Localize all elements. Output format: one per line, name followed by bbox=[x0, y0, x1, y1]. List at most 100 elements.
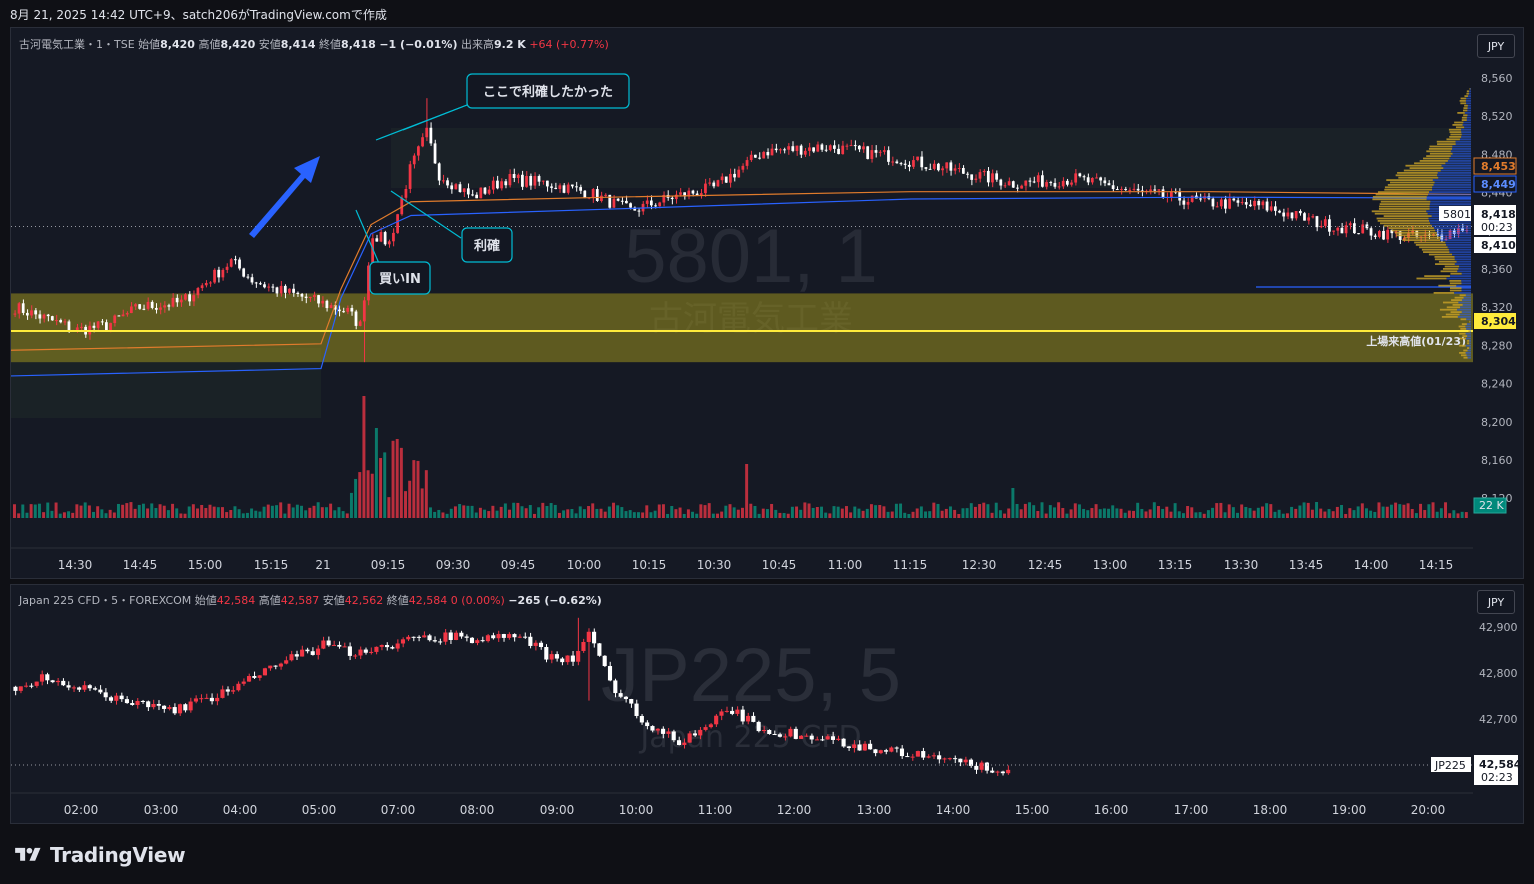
profile-bar bbox=[1449, 157, 1471, 160]
profile-bar bbox=[1423, 251, 1450, 253]
tradingview-logo[interactable]: TradingView bbox=[12, 842, 186, 868]
profile-bar bbox=[1426, 196, 1471, 198]
volume-bar bbox=[603, 511, 607, 518]
profile-bar bbox=[1468, 92, 1471, 95]
candle-body bbox=[325, 300, 329, 309]
volume-bar bbox=[304, 510, 308, 518]
volume-bar bbox=[799, 509, 803, 518]
candle-body bbox=[438, 641, 443, 643]
volume-bar bbox=[1323, 511, 1327, 518]
candle-body bbox=[246, 276, 250, 278]
volume-bar bbox=[911, 511, 915, 518]
candle-body bbox=[284, 660, 289, 664]
volume-bar bbox=[1373, 511, 1377, 518]
candle-body bbox=[267, 286, 271, 288]
profile-bar bbox=[1460, 102, 1467, 105]
candle-body bbox=[308, 296, 312, 298]
volume-bar bbox=[1273, 511, 1277, 518]
price-axis-tick: 8,320 bbox=[1481, 301, 1513, 314]
candle-body bbox=[554, 654, 559, 659]
sub-chart-panel[interactable]: JP225, 5 Japan 225 CFD 42,900 42,800 42,700 4… bbox=[10, 584, 1524, 824]
main-chart-panel[interactable]: 5801, 1古河電気工業上場来高値(01/23)8,5608,5208,480… bbox=[10, 27, 1524, 579]
candle-body bbox=[566, 184, 570, 193]
candle-body bbox=[167, 305, 171, 307]
volume-bar bbox=[533, 513, 536, 518]
volume-bar bbox=[33, 504, 37, 518]
time-axis-tick: 15:00 bbox=[188, 558, 223, 572]
volume-bar bbox=[886, 511, 890, 518]
candle-body bbox=[735, 709, 740, 714]
profile-bar bbox=[1461, 131, 1471, 133]
volume-bar bbox=[1202, 513, 1206, 518]
candle-body bbox=[479, 187, 483, 199]
volume-bar bbox=[628, 510, 632, 518]
candle-body bbox=[305, 649, 310, 652]
profile-bar bbox=[1398, 176, 1439, 179]
candle-body bbox=[674, 194, 678, 200]
candle-body bbox=[1253, 200, 1256, 207]
volume-bar bbox=[329, 503, 333, 518]
volume-bar bbox=[682, 513, 686, 518]
candle-body bbox=[1361, 224, 1365, 234]
candle-body bbox=[658, 202, 662, 207]
currency-button[interactable]: JPY bbox=[1477, 34, 1515, 58]
candle-body bbox=[953, 168, 957, 171]
candle-body bbox=[899, 163, 903, 165]
currency-button[interactable]: JPY bbox=[1477, 590, 1515, 614]
volume-bar bbox=[1040, 502, 1044, 518]
candle-body bbox=[209, 697, 214, 702]
candle-body bbox=[820, 144, 824, 150]
candle-body bbox=[639, 715, 644, 723]
volume-bar bbox=[940, 510, 944, 518]
profile-bar bbox=[1424, 275, 1450, 277]
candle-body bbox=[737, 169, 741, 178]
candle-body bbox=[957, 167, 961, 169]
volume-bar bbox=[587, 506, 591, 518]
candle-body bbox=[576, 650, 581, 662]
candle-body bbox=[1065, 180, 1069, 185]
candle-body bbox=[275, 287, 279, 294]
profile-bar bbox=[1467, 109, 1471, 112]
volume-bar bbox=[861, 510, 865, 518]
volume-bar bbox=[92, 511, 95, 518]
candle-body bbox=[937, 163, 940, 171]
candle-body bbox=[500, 181, 503, 189]
volume-bar bbox=[1165, 506, 1169, 518]
candle-body bbox=[692, 733, 697, 736]
candle-body bbox=[868, 743, 873, 750]
volume-bar bbox=[441, 512, 445, 518]
volume-bar bbox=[491, 505, 495, 518]
volume-bar bbox=[1082, 508, 1086, 518]
profile-bar bbox=[1452, 304, 1463, 306]
legend-open: 8,420 bbox=[160, 38, 195, 51]
candle-body bbox=[670, 197, 674, 200]
volume-bar bbox=[162, 505, 166, 518]
profile-bar bbox=[1449, 289, 1462, 292]
volume-bar bbox=[1065, 513, 1069, 518]
volume-bar bbox=[83, 502, 87, 518]
volume-bar bbox=[462, 505, 466, 518]
candle-body bbox=[538, 642, 544, 647]
profile-bar bbox=[1466, 92, 1469, 95]
candle-body bbox=[167, 707, 172, 709]
candle-body bbox=[448, 632, 453, 640]
profile-bar bbox=[1462, 124, 1471, 126]
volume-bar bbox=[1252, 510, 1256, 518]
volume-bar bbox=[591, 503, 595, 518]
profile-bar bbox=[1450, 155, 1471, 157]
candle-body bbox=[179, 299, 183, 303]
volume-bar bbox=[836, 506, 840, 518]
candle-body bbox=[432, 640, 437, 642]
volume-bar bbox=[1115, 508, 1119, 518]
main-chart-canvas[interactable]: 5801, 1古河電気工業上場来高値(01/23)8,5608,5208,480… bbox=[11, 28, 1524, 579]
profile-bar bbox=[1430, 222, 1471, 225]
candle-body bbox=[300, 649, 305, 657]
candle-body bbox=[77, 687, 82, 690]
volume-bar bbox=[994, 502, 998, 518]
sub-chart-canvas[interactable]: JP225, 5Japan 225 CFD42,90042,80042,7004… bbox=[11, 585, 1524, 824]
volume-bar bbox=[724, 505, 728, 518]
time-axis-tick: 12:45 bbox=[1028, 558, 1063, 572]
volume-bar bbox=[824, 512, 828, 518]
profile-bar bbox=[1429, 152, 1453, 155]
volume-bar bbox=[433, 511, 437, 518]
